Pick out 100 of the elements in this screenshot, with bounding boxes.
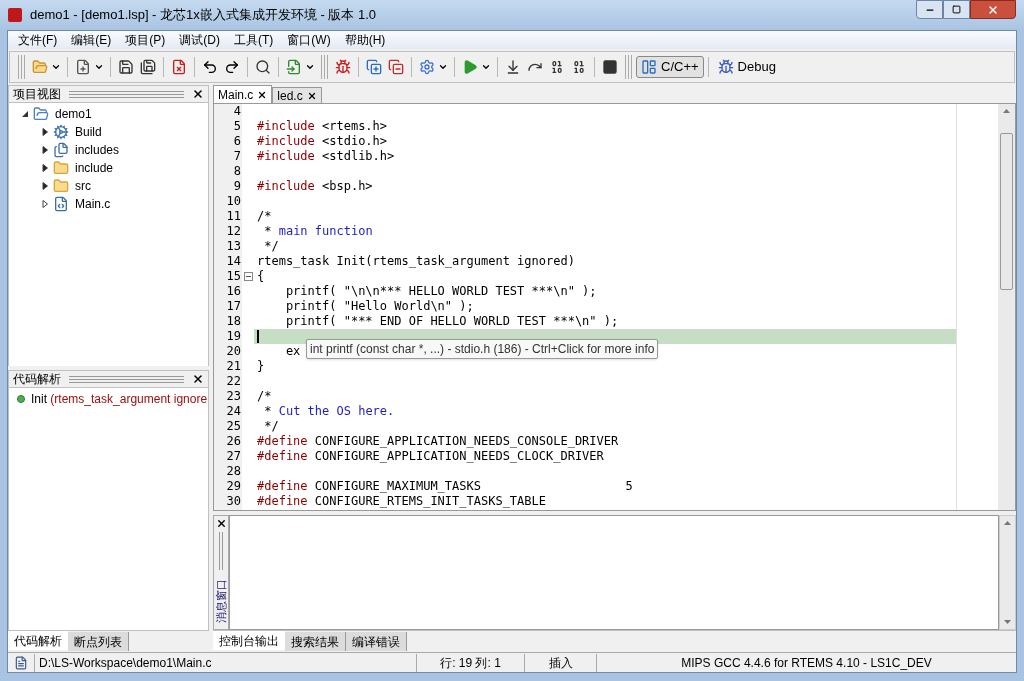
tree-item[interactable]: demo1 bbox=[55, 105, 92, 123]
folder-icon bbox=[53, 160, 69, 176]
window-title: demo1 - [demo1.lsp] - 龙芯1x嵌入式集成开发环境 - 版本 1.0 bbox=[30, 6, 378, 25]
panel-tab[interactable]: 编译错误 bbox=[346, 632, 407, 651]
menu-item[interactable]: 文件(F) bbox=[12, 31, 64, 49]
close-icon[interactable] bbox=[306, 90, 317, 101]
close-icon[interactable] bbox=[257, 89, 268, 100]
c-file-icon bbox=[53, 196, 69, 212]
line-number: 21 bbox=[225, 359, 242, 374]
maximize-icon bbox=[952, 5, 961, 14]
code-line: ex bbox=[284, 344, 301, 359]
expand-arrow-icon[interactable] bbox=[41, 146, 49, 154]
line-number: 18 bbox=[225, 314, 242, 329]
close-button[interactable] bbox=[192, 373, 204, 385]
menu-item[interactable]: 编辑(E) bbox=[65, 31, 118, 49]
status-position: 行: 19 列: 1 bbox=[416, 653, 524, 672]
close-icon bbox=[192, 373, 204, 385]
menu-item[interactable]: 工具(T) bbox=[228, 31, 280, 49]
panel-tab[interactable]: 控制台输出 bbox=[213, 631, 285, 650]
line-number: 15 bbox=[225, 269, 242, 284]
code-line: * Cut the OS here. bbox=[263, 404, 395, 419]
line-number: 17 bbox=[225, 299, 242, 314]
editor-tab[interactable]: Main.c bbox=[213, 85, 273, 103]
panel-title: 代码解析 bbox=[13, 371, 61, 388]
line-number: 13 bbox=[225, 239, 242, 254]
line-number: 8 bbox=[232, 164, 242, 179]
code-line: { bbox=[257, 269, 265, 284]
line-number: 30 bbox=[225, 494, 242, 509]
line-number: 9 bbox=[232, 179, 242, 194]
outline-item[interactable]: Init (rtems_task_argument ignore bbox=[31, 390, 208, 408]
tree-item[interactable]: include bbox=[75, 159, 114, 177]
scrollbar-thumb[interactable] bbox=[1000, 133, 1013, 290]
fold-toggle[interactable] bbox=[243, 272, 253, 281]
code-line: * main function bbox=[263, 224, 373, 239]
maximize-button[interactable] bbox=[943, 0, 970, 19]
tree-item[interactable]: includes bbox=[75, 141, 120, 159]
code-line: #include <stdlib.h> bbox=[257, 149, 395, 164]
status-toolchain: MIPS GCC 4.4.6 for RTEMS 4.10 - LS1C_DEV bbox=[596, 653, 1016, 672]
status-mode: 插入 bbox=[524, 653, 596, 672]
tooltip: int printf (const char *, ...) - stdio.h (186) - Ctrl+Click for more info bbox=[306, 339, 659, 359]
line-number: 23 bbox=[225, 389, 242, 404]
line-number: 16 bbox=[225, 284, 242, 299]
code-line: /* bbox=[257, 209, 272, 224]
line-number: 20 bbox=[225, 344, 242, 359]
tree-item[interactable]: Build bbox=[75, 123, 102, 141]
close-icon bbox=[192, 88, 204, 100]
code-line: printf( "*** END OF HELLO WORLD TEST ***\n" ); bbox=[284, 314, 619, 329]
line-number: 14 bbox=[225, 254, 242, 269]
project-folder-icon bbox=[33, 106, 49, 122]
expand-arrow-icon[interactable] bbox=[41, 182, 49, 190]
minimize-button[interactable] bbox=[916, 0, 943, 19]
close-button[interactable] bbox=[192, 88, 204, 100]
perspective-button[interactable]: C/C++ bbox=[636, 56, 704, 78]
code-line: #define CONFIGURE_MAXIMUM_TASKS 5 bbox=[257, 479, 633, 494]
code-line: #define CONFIGURE_APPLICATION_NEEDS_CONSOLE_DRIVER bbox=[257, 434, 619, 449]
line-number: 4 bbox=[232, 104, 242, 119]
build-gear-icon bbox=[53, 124, 69, 140]
code-line: printf( "Hello World\n" ); bbox=[284, 299, 474, 314]
folder-icon bbox=[53, 178, 69, 194]
tree-item[interactable]: src bbox=[75, 177, 91, 195]
menu-item[interactable]: 调试(D) bbox=[173, 31, 226, 49]
panel-tab[interactable]: 断点列表 bbox=[68, 632, 129, 651]
code-line: #include <stdio.h> bbox=[257, 134, 388, 149]
menu-item[interactable]: 项目(P) bbox=[119, 31, 172, 49]
close-button[interactable] bbox=[215, 518, 227, 529]
line-number: 19 bbox=[225, 329, 242, 344]
line-number: 5 bbox=[232, 119, 242, 134]
scroll-up-icon[interactable] bbox=[1004, 521, 1011, 525]
code-line: */ bbox=[263, 239, 279, 254]
editor-tab[interactable]: led.c bbox=[272, 87, 322, 103]
code-line: #include <bsp.h> bbox=[257, 179, 373, 194]
line-number: 28 bbox=[225, 464, 242, 479]
code-line: printf( "\n\n*** HELLO WORLD TEST ***\n" ); bbox=[284, 284, 597, 299]
layout-icon bbox=[641, 59, 657, 75]
code-line: } bbox=[257, 359, 265, 374]
expand-arrow-icon[interactable] bbox=[41, 200, 49, 208]
scroll-up-icon[interactable] bbox=[1003, 109, 1010, 113]
line-number: 6 bbox=[232, 134, 242, 149]
line-number: 10 bbox=[225, 194, 242, 209]
line-number: 12 bbox=[225, 224, 242, 239]
perspective-button[interactable]: Debug bbox=[712, 56, 781, 78]
line-number: 24 bbox=[225, 404, 242, 419]
scroll-down-icon[interactable] bbox=[1004, 620, 1011, 624]
menu-item[interactable]: 窗口(W) bbox=[281, 31, 337, 49]
expand-arrow-icon[interactable] bbox=[41, 164, 49, 172]
text-cursor bbox=[257, 330, 259, 343]
close-icon bbox=[987, 3, 999, 16]
expand-arrow-icon[interactable] bbox=[41, 128, 49, 136]
code-line: */ bbox=[263, 419, 279, 434]
panel-tab[interactable]: 代码解析 bbox=[8, 631, 68, 650]
panel-tab[interactable]: 搜索结果 bbox=[285, 632, 346, 651]
status-path: D:\LS-Workspace\demo1\Main.c bbox=[34, 653, 416, 672]
line-number: 26 bbox=[225, 434, 242, 449]
app-icon bbox=[8, 8, 22, 22]
collapse-arrow-icon[interactable] bbox=[21, 110, 29, 118]
code-line: #include <rtems.h> bbox=[257, 119, 388, 134]
tree-item[interactable]: Main.c bbox=[75, 195, 111, 213]
line-number: 11 bbox=[225, 209, 242, 224]
code-line: #define CONFIGURE_RTEMS_INIT_TASKS_TABLE bbox=[257, 494, 546, 509]
menu-item[interactable]: 帮助(H) bbox=[338, 31, 392, 49]
